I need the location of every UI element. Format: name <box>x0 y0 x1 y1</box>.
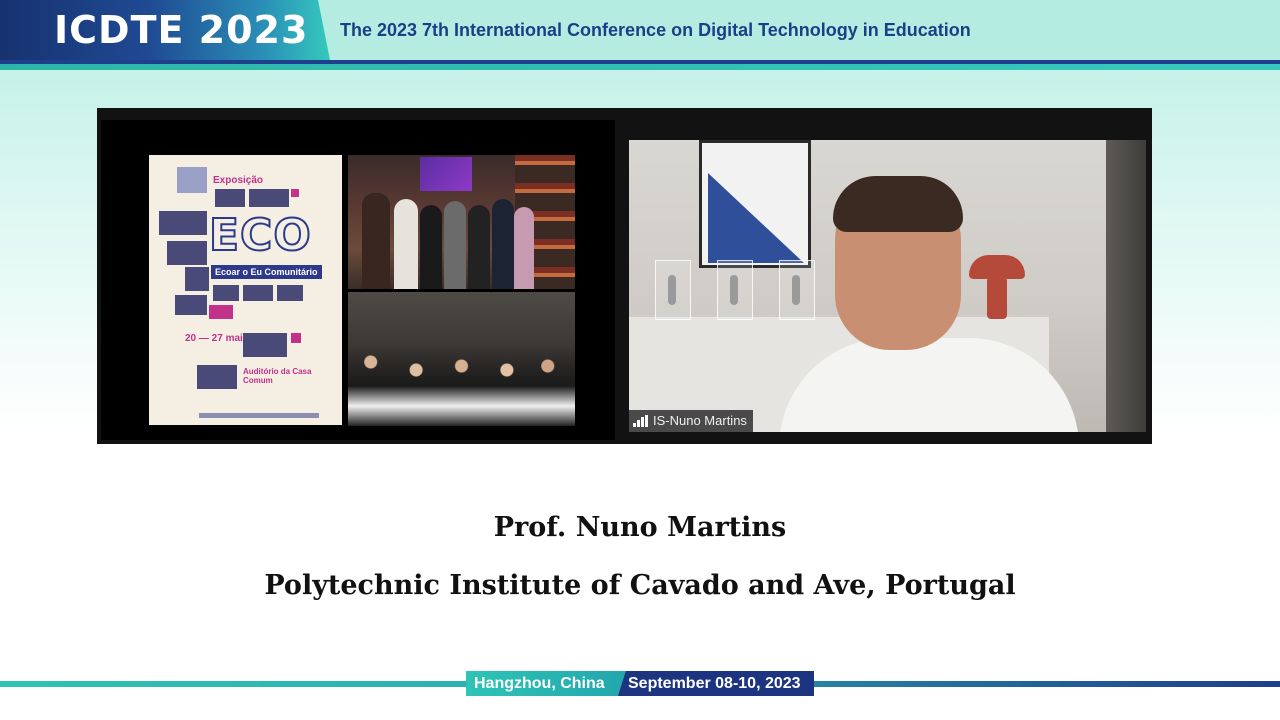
participant-name: IS-Nuno Martins <box>653 413 747 428</box>
speaker-hair <box>833 176 963 232</box>
doorway-shadow <box>1106 140 1146 432</box>
speaker-name: Prof. Nuno Martins <box>493 512 787 543</box>
poster-subtitle: Ecoar o Eu Comunitário <box>211 265 322 279</box>
trophy-icon <box>717 260 753 320</box>
footer-location: Hangzhou, China <box>466 671 626 696</box>
poster-accent-square <box>291 189 299 197</box>
conference-header: ICDTE 2023 The 2023 7th International Co… <box>0 0 1280 72</box>
person-silhouette <box>492 199 514 289</box>
lamp-base <box>987 277 1007 319</box>
poster-photo-tile <box>215 189 245 207</box>
poster-photo-tile <box>159 211 207 235</box>
participant-name-tag: IS-Nuno Martins <box>629 410 753 432</box>
poster-accent-square <box>291 333 301 343</box>
shared-screen: Exposição ECO Ecoar o Eu Comunitário 20 … <box>101 120 615 440</box>
poster-photo-tile <box>277 285 303 301</box>
person-silhouette <box>420 205 442 289</box>
poster-label: Exposição <box>213 175 264 186</box>
person-silhouette <box>444 201 466 289</box>
person-silhouette <box>514 207 534 289</box>
poster-photo-tile <box>167 241 207 265</box>
poster-photo-tile <box>249 189 289 207</box>
poster-photo-tile <box>197 365 237 389</box>
poster-title: ECO <box>208 209 312 262</box>
projection-screen <box>420 157 472 191</box>
poster-accent-square <box>209 305 233 319</box>
signal-strength-icon <box>633 415 648 427</box>
video-recording-panel: Exposição ECO Ecoar o Eu Comunitário 20 … <box>97 108 1152 444</box>
person-silhouette <box>362 193 390 289</box>
trophy-icon <box>655 260 691 320</box>
conference-title: The 2023 7th International Conference on… <box>340 20 971 40</box>
person-silhouette <box>394 199 418 289</box>
poster-sponsor-logos <box>199 413 319 418</box>
speaker-affiliation: Polytechnic Institute of Cavado and Ave,… <box>264 570 1016 601</box>
header-divider-teal <box>0 64 1280 70</box>
trophy-icon <box>779 260 815 320</box>
lamp <box>969 255 1025 279</box>
poster-photo-tile <box>175 295 207 315</box>
poster-photo-tile <box>243 285 273 301</box>
exhibition-poster: Exposição ECO Ecoar o Eu Comunitário 20 … <box>149 155 342 425</box>
conference-logo: ICDTE 2023 <box>54 8 309 52</box>
framed-artwork <box>699 140 811 268</box>
group-photo <box>348 155 575 289</box>
poster-photo-tile <box>185 267 209 291</box>
poster-photo-tile <box>243 333 287 357</box>
poster-photo-tile <box>213 285 239 301</box>
audience-photo <box>348 292 575 426</box>
person-silhouette <box>468 205 490 289</box>
poster-venue: Auditório da Casa Comum <box>243 367 312 385</box>
poster-photo-tile <box>177 167 207 193</box>
speaker-video-feed: IS-Nuno Martins <box>629 140 1146 432</box>
footer-dates: September 08-10, 2023 <box>618 671 814 696</box>
seated-audience <box>348 346 575 426</box>
